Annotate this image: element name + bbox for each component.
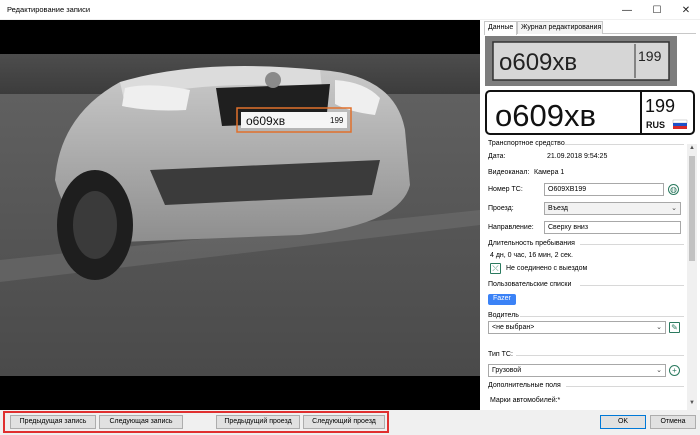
direction-input[interactable]: Сверху вниз [544, 221, 681, 234]
section-divider [580, 285, 684, 286]
section-divider [520, 316, 684, 317]
vehicle-type-section-title: Тип ТС: [488, 351, 513, 358]
chevron-down-icon: ⌄ [671, 205, 677, 212]
globe-icon[interactable]: ◍ [668, 184, 679, 195]
crop-plate-region: 199 [638, 48, 662, 64]
passage-label: Проезд: [488, 205, 514, 212]
photo-plate-region: 199 [330, 116, 344, 125]
tab-strip: Данные Журнал редактирования [484, 20, 696, 35]
channel-value: Камера 1 [534, 169, 565, 176]
minimize-button[interactable]: — [613, 0, 641, 20]
plate-country: RUS [646, 120, 665, 130]
title-bar: Редактирование записи — ☐ ✕ [0, 0, 700, 20]
date-label: Дата: [488, 153, 506, 160]
chevron-down-icon: ⌄ [656, 367, 662, 374]
fields-scrollbar[interactable]: ▲ ▼ [687, 144, 697, 410]
plate-region: 199 [645, 96, 675, 116]
bottom-bar: Предыдущая запись Следующая запись Преды… [0, 410, 700, 435]
section-divider [564, 144, 684, 145]
cancel-button[interactable]: Отмена [650, 415, 696, 429]
driver-section-title: Водитель [488, 312, 519, 319]
brands-label: Марки автомобилей:* [490, 397, 561, 404]
prev-record-button[interactable]: Предыдущая запись [10, 415, 96, 429]
passage-select[interactable]: Въезд ⌄ [544, 202, 681, 215]
stay-duration: 4 дн, 0 час, 16 мин, 2 сек. [490, 252, 573, 259]
user-list-badge[interactable]: Fazer [488, 294, 516, 305]
section-divider [566, 386, 684, 387]
channel-label: Видеоканал: [488, 169, 530, 176]
driver-select[interactable]: <не выбран> ⌄ [488, 321, 666, 334]
next-record-button[interactable]: Следующая запись [99, 415, 183, 429]
user-lists-section-title: Пользовательские списки [488, 281, 572, 288]
prev-pass-button[interactable]: Предыдущий проезд [216, 415, 300, 429]
edit-driver-icon[interactable]: ✎ [669, 322, 680, 333]
maximize-button[interactable]: ☐ [643, 0, 671, 20]
scroll-down-icon[interactable]: ▼ [688, 400, 696, 408]
close-button[interactable]: ✕ [672, 0, 700, 20]
plate-number: о609хв [495, 98, 596, 133]
section-divider [580, 244, 684, 245]
link-exit-icon[interactable]: ⤬ [490, 263, 501, 274]
russia-flag-icon [672, 119, 688, 129]
plate-number-input[interactable]: О609ХВ199 [544, 183, 664, 196]
chevron-down-icon: ⌄ [656, 324, 662, 331]
record-fields: Транспортное средство Дата: 21.09.2018 9… [484, 136, 684, 410]
plate-crop-image: о609хв 199 [485, 36, 677, 86]
plate-rendered: о609хв 199 RUS [485, 90, 695, 135]
scroll-up-icon[interactable]: ▲ [688, 145, 696, 153]
number-label: Номер ТС: [488, 186, 523, 193]
next-pass-button[interactable]: Следующий проезд [303, 415, 385, 429]
photo-plate-text: о609хв [246, 114, 285, 128]
vehicle-type-select[interactable]: Грузовой ⌄ [488, 364, 666, 377]
navigation-group: Предыдущая запись Следующая запись Преды… [3, 411, 389, 433]
camera-frame: о609хв 199 [0, 20, 480, 410]
tab-data[interactable]: Данные [484, 21, 517, 35]
direction-label: Направление: [488, 224, 534, 231]
car-photo: о609хв 199 [0, 20, 480, 410]
vehicle-type-select-value: Грузовой [492, 367, 522, 374]
add-icon[interactable]: + [669, 365, 680, 376]
section-divider [516, 355, 684, 356]
stay-section-title: Длительность пребывания [488, 240, 575, 247]
scroll-thumb[interactable] [689, 156, 695, 261]
tab-edit-log[interactable]: Журнал редактирования [517, 21, 603, 34]
extra-section-title: Дополнительные поля [488, 382, 561, 389]
window-title: Редактирование записи [7, 5, 91, 14]
date-value: 21.09.2018 9:54:25 [547, 153, 608, 160]
vehicle-section-title: Транспортное средство [488, 140, 565, 147]
driver-select-value: <не выбран> [492, 324, 535, 331]
ok-button[interactable]: OK [600, 415, 646, 429]
passage-select-value: Въезд [548, 205, 568, 212]
link-status: Не соединено с выездом [506, 265, 588, 272]
crop-plate-number: о609хв [499, 49, 577, 76]
